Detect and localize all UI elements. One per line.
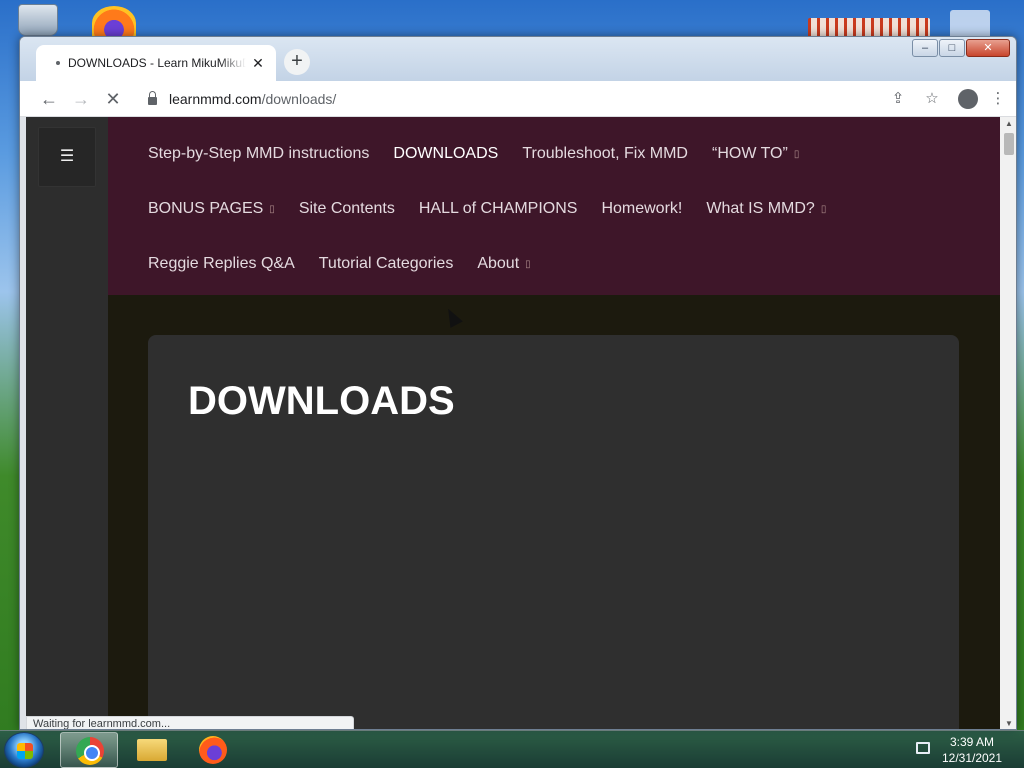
nav-item[interactable]: What IS MMD? ▯ [706,200,826,218]
nav-item-label: What IS MMD? [706,200,815,217]
scroll-down-icon[interactable]: ▼ [1000,717,1016,729]
nav-item[interactable]: Reggie Replies Q&A [148,255,295,273]
taskbar: 3:39 AM 12/31/2021 [0,730,1024,768]
taskbar-firefox[interactable] [184,732,242,768]
nav-item-label: Troubleshoot, Fix MMD [522,145,688,162]
browser-window: DOWNLOADS - Learn MikuMikuDance ✕ + – □ … [19,36,1017,730]
nav-item-label: HALL of CHAMPIONS [418,200,578,217]
sidebar: ☰ [26,117,108,729]
close-window-button[interactable]: ✕ [966,39,1010,57]
page-title: DOWNLOADS [188,379,455,423]
forward-icon[interactable]: → [68,86,94,112]
firefox-icon [199,736,227,764]
clock-time: 3:39 AM [949,735,995,749]
profile-avatar-icon[interactable] [958,89,978,109]
chrome-icon [76,737,104,765]
browser-menu-icon[interactable]: ⋮ [986,87,1010,111]
loading-icon [56,61,60,65]
nav-item[interactable]: BONUS PAGES ▯ [148,200,275,218]
taskbar-chrome[interactable] [60,732,118,768]
dropdown-caret-icon: ▯ [525,258,531,270]
back-icon[interactable]: ← [36,86,62,112]
nav-item-label: BONUS PAGES [148,200,264,217]
nav-item-label: DOWNLOADS [393,145,499,162]
firefox-desktop-icon[interactable] [92,6,136,40]
tab-title: DOWNLOADS - Learn MikuMikuDance [68,56,246,70]
vertical-scrollbar[interactable]: ▲ ▼ [1000,117,1016,729]
minimize-button[interactable]: – [912,39,938,57]
maximize-button[interactable]: □ [939,39,965,57]
nav-item-label: Homework! [601,200,683,217]
nav-item[interactable]: Tutorial Categories [319,255,454,273]
nav-item[interactable]: About ▯ [477,255,530,273]
bookmark-star-icon[interactable]: ☆ [920,87,944,111]
system-clock[interactable]: 3:39 AM 12/31/2021 [936,734,1008,766]
nav-item[interactable]: DOWNLOADS [393,145,498,163]
nav-item[interactable]: HALL of CHAMPIONS [419,200,578,218]
nav-item-label: “HOW TO” [711,145,788,162]
scrollbar-thumb[interactable] [1004,133,1014,155]
window-controls: – □ ✕ [911,39,1010,57]
tab-downloads[interactable]: DOWNLOADS - Learn MikuMikuDance ✕ [36,45,276,81]
nav-item-label: Site Contents [298,200,395,217]
nav-item-label: About [477,255,520,272]
browser-toolbar: ← → ✕ learnmmd.com/downloads/ ⇪ ☆ ⋮ [20,81,1016,117]
content-card: DOWNLOADS [148,335,959,729]
tab-close-icon[interactable]: ✕ [250,55,266,71]
dropdown-caret-icon: ▯ [269,203,275,215]
main-navigation: Step-by-Step MMD instructions DOWNLOADS Tr… [108,117,1000,295]
stop-loading-icon[interactable]: ✕ [100,86,126,112]
nav-item-label: Step-by-Step MMD instructions [148,145,370,162]
status-bubble: Waiting for learnmmd.com... [26,716,354,729]
folder-icon [137,739,167,761]
nav-item[interactable]: Homework! [601,200,682,218]
menu-toggle-button[interactable]: ☰ [38,127,96,187]
nav-item-label: Reggie Replies Q&A [148,255,295,272]
page-viewport: ☰ Step-by-Step MMD instructions DOWNLOADS… [26,117,1000,729]
nav-item-label: Tutorial Categories [318,255,454,272]
url-text: learnmmd.com/downloads/ [169,91,337,107]
nav-row-3: Reggie Replies Q&A Tutorial Categories Abo… [148,255,555,273]
tab-strip: DOWNLOADS - Learn MikuMikuDance ✕ + – □ … [20,37,1016,81]
nav-item[interactable]: Step-by-Step MMD instructions [148,145,369,163]
network-icon[interactable] [916,742,930,754]
nav-row-2: BONUS PAGES ▯ Site Contents HALL of CHAMPIO… [148,200,850,218]
dropdown-caret-icon: ▯ [820,203,827,215]
scroll-up-icon[interactable]: ▲ [1000,117,1016,131]
share-icon[interactable]: ⇪ [886,87,910,111]
nav-item[interactable]: Site Contents [299,200,395,218]
recycle-bin-icon[interactable] [18,4,58,36]
windows-logo-icon [17,743,33,759]
taskbar-explorer[interactable] [122,732,180,768]
address-bar[interactable]: learnmmd.com/downloads/ [138,85,902,113]
nav-item[interactable]: Troubleshoot, Fix MMD [522,145,688,163]
lock-icon[interactable] [148,91,157,105]
nav-row-1: Step-by-Step MMD instructions DOWNLOADS Tr… [148,145,823,163]
clock-date: 12/31/2021 [941,751,1003,765]
new-tab-button[interactable]: + [284,49,310,75]
start-button[interactable] [4,732,44,768]
dropdown-caret-icon: ▯ [793,148,800,160]
nav-item[interactable]: “HOW TO” ▯ [712,145,799,163]
